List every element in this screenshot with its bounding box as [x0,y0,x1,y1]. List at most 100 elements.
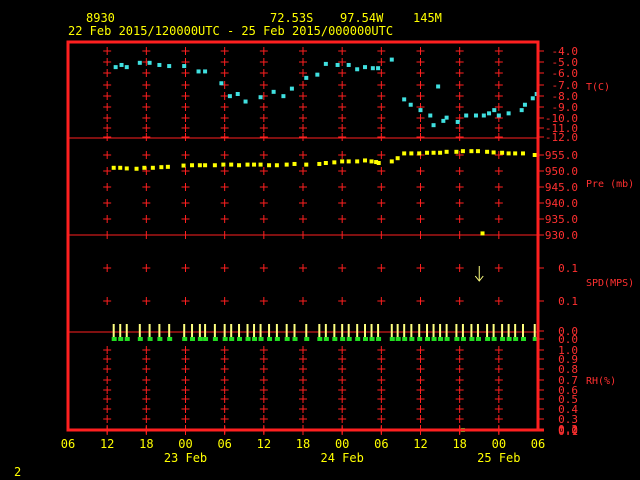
y-tick-label: 0.1 [558,295,578,308]
rh-point [245,337,251,341]
temp-point [436,84,441,89]
rh-point [167,337,173,341]
y-tick-label: 0.1 [558,262,578,275]
rh-point [203,337,209,341]
pressure-point [506,151,511,156]
rh-point [491,337,497,341]
rh-point [363,337,369,341]
pressure-point [460,149,465,154]
pressure-point [150,165,155,170]
rh-point [500,337,506,341]
pressure-point [369,159,374,164]
pressure-point [520,151,525,156]
rh-point [267,337,273,341]
pressure-point [332,160,337,165]
temp-point [315,72,320,77]
x-tick-label: 12 [100,437,114,451]
y-tick-label: 945.0 [545,181,578,194]
temp-point [519,108,524,113]
temp-point [157,62,162,67]
pressure-point [425,150,430,155]
rh-point [513,337,519,341]
temp-point [428,113,433,118]
x-tick-label: 18 [452,437,466,451]
x-tick-label: 06 [61,437,75,451]
pressure-point [252,162,257,167]
rh-point [469,337,475,341]
temp-point [124,65,129,70]
panel-name: Pre (mb) [586,179,634,190]
pressure-point [221,162,226,167]
rh-point [274,337,280,341]
pressure-point [409,151,414,156]
y-tick-label: 955.0 [545,149,578,162]
longitude: 97.54W [340,11,384,25]
temp-point [281,94,286,99]
panel-name: SPD(MPS) [586,278,634,289]
temp-point [289,86,294,91]
temp-point [464,113,469,118]
pressure-point [142,165,147,170]
x-tick-label: 18 [139,437,153,451]
rh-point [506,337,512,341]
temp-point [335,62,340,67]
pressure-point [274,163,279,168]
pressure-point [491,150,496,155]
station-id: 8930 [86,11,115,25]
panel-name: RH(%) [586,376,616,387]
temp-point [113,65,118,70]
pressure-point [376,161,381,165]
pressure-point [469,149,474,154]
temp-point [481,113,486,118]
temp-point [487,111,492,116]
rh-point [395,337,401,341]
rh-point [284,337,290,341]
pressure-point [438,150,443,155]
temp-point [119,62,124,67]
temp-point [271,89,276,94]
x-tick-label: 00 [335,437,349,451]
rh-point [332,337,338,341]
pressure-point [237,163,242,168]
temp-point [346,62,351,67]
rh-point [417,337,423,341]
rh-point [485,337,491,341]
rh-point [229,337,235,341]
temp-point [389,57,394,62]
pressure-point [454,149,459,154]
pressure-point [197,163,202,168]
temp-point [167,64,172,69]
x-tick-label: 06 [374,437,388,451]
date-label: 24 Feb [320,451,363,465]
rh-point [454,337,460,341]
temp-point [137,60,142,65]
rh-point [376,337,382,341]
pressure-point [355,159,360,164]
plot-series [111,57,539,432]
pressure-point [134,166,139,171]
rh-point [190,337,196,341]
temp-point [304,75,309,80]
rh-point [137,337,143,341]
pressure-point [229,162,234,167]
rh-point [444,337,450,341]
rh-point [389,337,395,341]
grid [68,47,544,435]
y-tick-label: 950.0 [545,165,578,178]
rh-point [147,337,153,341]
temp-point [363,65,368,70]
y-tick-label: 0.0 [558,424,578,437]
temp-point [196,69,201,74]
rh-point [520,337,526,341]
rh-point [438,337,444,341]
page-number: 2 [14,465,21,479]
rh-point [157,337,163,341]
temp-point [376,66,381,71]
pressure-point [212,163,217,168]
x-tick-label: 06 [531,437,545,451]
rh-point [237,337,243,341]
temp-point [355,67,360,72]
pressure-point [475,149,480,154]
rh-point [304,337,310,341]
rh-point [292,337,298,341]
